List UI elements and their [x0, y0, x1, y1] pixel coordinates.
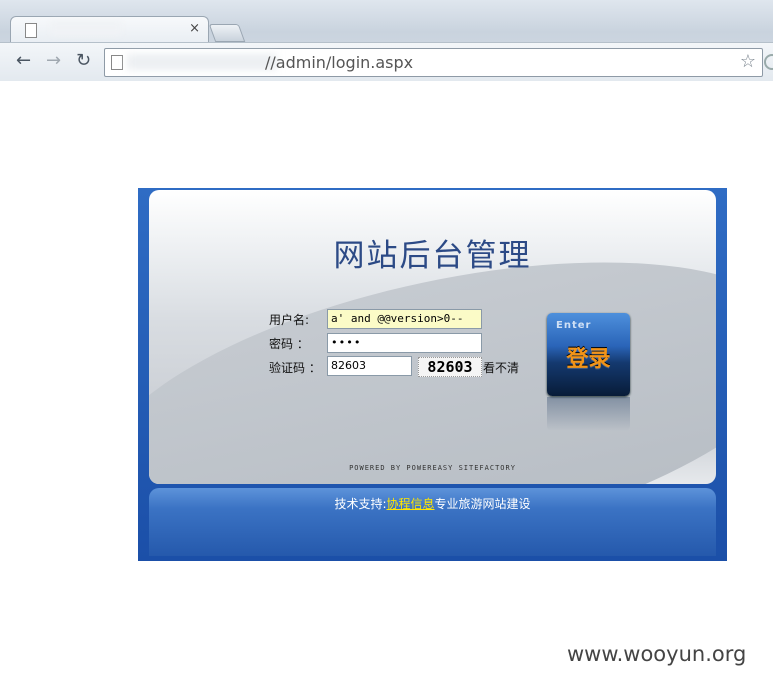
page-icon [25, 23, 37, 38]
address-bar[interactable]: //admin/login.aspx ☆ [104, 48, 763, 77]
tab-title-blur [51, 21, 121, 35]
page-icon [111, 55, 123, 70]
captcha-label: 验证码 ： [269, 361, 321, 375]
star-icon[interactable]: ☆ [740, 51, 756, 72]
url-text[interactable]: //admin/login.aspx [265, 53, 413, 72]
footer-prefix: 技术支持: [334, 497, 387, 511]
url-host-blur [127, 54, 277, 70]
refresh-captcha-link[interactable]: 看不清 [483, 359, 519, 376]
settings-icon[interactable] [764, 54, 773, 70]
username-input[interactable]: a' and @@version>0-- [327, 309, 482, 329]
captcha-image[interactable]: 82603 [418, 357, 482, 377]
reload-icon[interactable]: ↻ [76, 51, 91, 71]
footer-suffix: 专业旅游网站建设 [434, 497, 531, 511]
close-icon[interactable]: × [189, 21, 200, 36]
page-title: 网站后台管理 [333, 238, 532, 274]
powered-by-text: POWERED BY POWEREASY SITEFACTORY [349, 464, 516, 472]
login-button-label: 登录 [566, 347, 611, 372]
footer: 技术支持:协程信息专业旅游网站建设 [149, 488, 716, 556]
login-button-caption: Enter [556, 320, 592, 331]
back-arrow-icon[interactable]: ← [16, 51, 31, 71]
captcha-input[interactable]: 82603 [327, 356, 412, 376]
toolbar: ← → ↻ //admin/login.aspx ☆ [0, 42, 773, 81]
password-input[interactable]: •••• [327, 333, 482, 353]
login-button[interactable]: Enter 登录 [547, 313, 630, 396]
browser-tab[interactable]: × [10, 16, 209, 43]
footer-text: 技术支持:协程信息专业旅游网站建设 [149, 495, 716, 512]
new-tab-button[interactable] [208, 24, 246, 42]
password-label: 密码 ： [269, 337, 309, 351]
login-button-reflection [547, 397, 630, 431]
watermark: www.wooyun.org [567, 642, 747, 666]
footer-link[interactable]: 协程信息 [387, 497, 435, 511]
username-label: 用户名: [269, 313, 310, 327]
forward-arrow-icon[interactable]: → [46, 51, 61, 71]
browser-chrome: × ← → ↻ //admin/login.aspx ☆ [0, 0, 773, 81]
